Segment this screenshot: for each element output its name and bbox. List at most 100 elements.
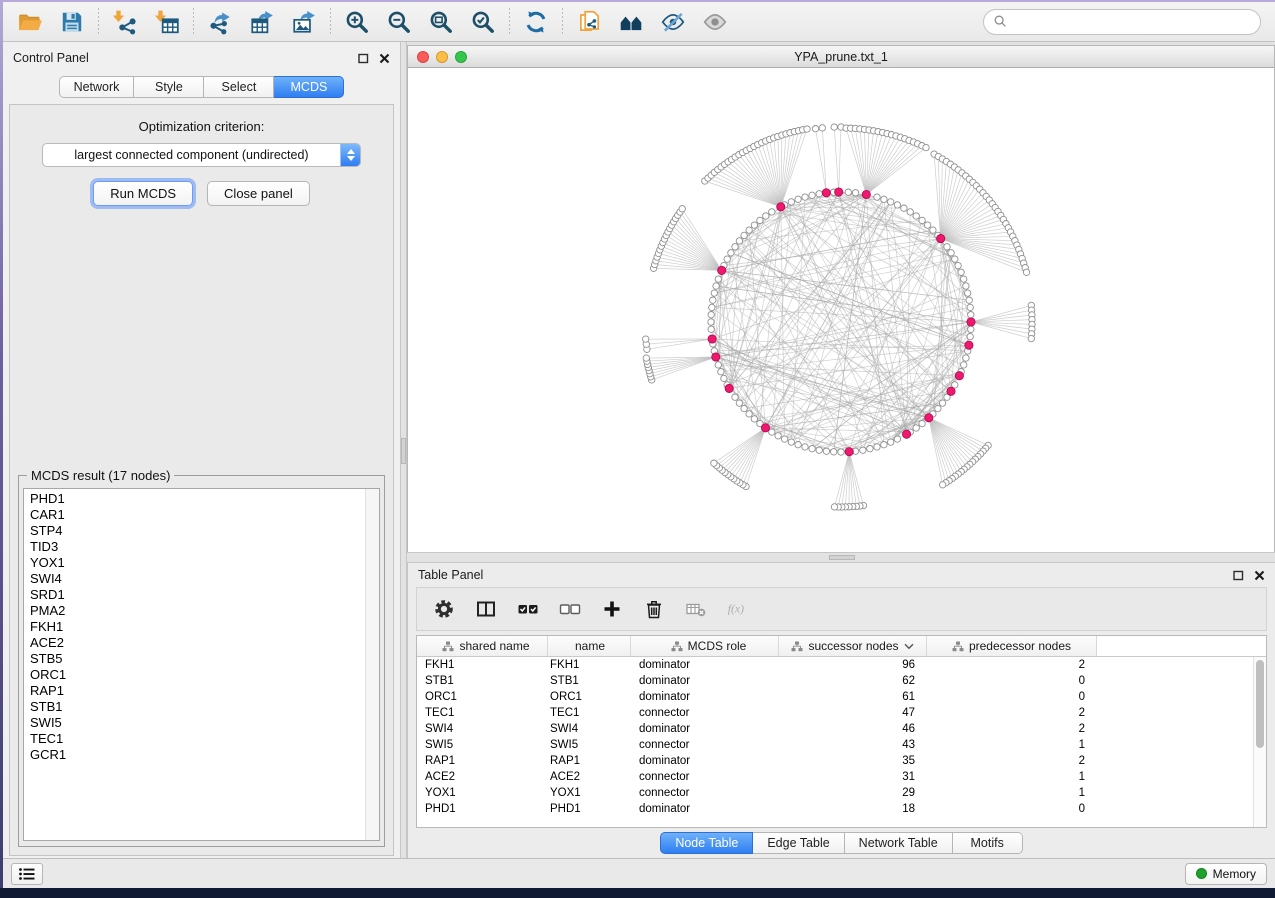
create-column-button[interactable] — [595, 594, 629, 624]
first-neighbors-icon — [618, 9, 644, 35]
hide-selected-button[interactable] — [652, 5, 694, 39]
tab-edge-table[interactable]: Edge Table — [753, 832, 844, 854]
mcds-result-item[interactable]: YOX1 — [30, 555, 363, 571]
run-mcds-button[interactable]: Run MCDS — [93, 181, 193, 206]
close-panel-icon[interactable] — [379, 53, 390, 64]
close-panel-icon[interactable] — [1254, 570, 1265, 581]
zoom-selected-icon — [470, 9, 496, 35]
zoom-out-button[interactable] — [378, 5, 420, 39]
new-network-from-selection-button[interactable] — [568, 5, 610, 39]
tab-network-table[interactable]: Network Table — [845, 832, 953, 854]
table-row[interactable]: SWI5SWI5connector431 — [417, 737, 1253, 753]
export-image-button[interactable] — [283, 5, 325, 39]
table-row[interactable]: TEC1TEC1connector472 — [417, 705, 1253, 721]
mcds-result-item[interactable]: STB5 — [30, 651, 363, 667]
splitter-handle[interactable] — [401, 438, 406, 464]
optimization-criterion-label: Optimization criterion: — [16, 119, 387, 134]
mcds-result-item[interactable]: PMA2 — [30, 603, 363, 619]
table-row[interactable]: PHD1PHD1dominator180 — [417, 801, 1253, 817]
scrollbar-thumb[interactable] — [1256, 660, 1264, 748]
first-neighbors-button[interactable] — [610, 5, 652, 39]
import-network-button[interactable] — [104, 5, 146, 39]
tab-select[interactable]: Select — [204, 76, 274, 98]
apply-layout-button[interactable] — [515, 5, 557, 39]
tab-node-table[interactable]: Node Table — [660, 832, 753, 854]
delete-column-button[interactable] — [637, 594, 671, 624]
mcds-result-item[interactable]: SWI5 — [30, 715, 363, 731]
table-row[interactable]: FKH1FKH1dominator962 — [417, 657, 1253, 673]
table-row[interactable]: ORC1ORC1dominator610 — [417, 689, 1253, 705]
table-settings-button[interactable] — [427, 594, 461, 624]
refresh-icon — [523, 9, 549, 35]
mcds-result-item[interactable]: STB1 — [30, 699, 363, 715]
mcds-result-item[interactable]: ORC1 — [30, 667, 363, 683]
export-network-icon — [207, 9, 233, 35]
tab-network[interactable]: Network — [59, 76, 135, 98]
control-panel-title: Control Panel — [13, 51, 89, 65]
export-table-button[interactable] — [241, 5, 283, 39]
delete-table-button[interactable] — [679, 594, 713, 624]
network-column-icon — [791, 641, 803, 652]
memory-button[interactable]: Memory — [1185, 863, 1267, 885]
table-row[interactable]: RAP1RAP1dominator352 — [417, 753, 1253, 769]
mcds-result-item[interactable]: CAR1 — [30, 507, 363, 523]
deselect-all-button[interactable] — [553, 594, 587, 624]
tab-motifs[interactable]: Motifs — [953, 832, 1023, 854]
table-tabs: Node Table Edge Table Network Table Moti… — [408, 828, 1275, 858]
trash-icon — [643, 598, 665, 620]
zoom-in-button[interactable] — [336, 5, 378, 39]
vertical-splitter[interactable] — [400, 42, 407, 858]
float-panel-icon[interactable] — [1233, 570, 1244, 581]
mcds-result-item[interactable]: SWI4 — [30, 571, 363, 587]
function-builder-button[interactable]: f(x) — [721, 594, 755, 624]
network-canvas[interactable] — [408, 68, 1274, 552]
tab-style[interactable]: Style — [134, 76, 204, 98]
mcds-result-item[interactable]: GCR1 — [30, 747, 363, 763]
zoom-fit-button[interactable] — [420, 5, 462, 39]
table-row[interactable]: SWI4SWI4dominator462 — [417, 721, 1253, 737]
column-header-mcds-role[interactable]: MCDS role — [631, 636, 779, 656]
optimization-criterion-select[interactable]: largest connected component (undirected) — [42, 143, 361, 167]
zoom-selected-button[interactable] — [462, 5, 504, 39]
toolbar-separator — [330, 8, 331, 36]
column-header-filler — [1097, 636, 1266, 656]
network-column-icon — [442, 641, 454, 652]
table-row[interactable]: YOX1YOX1connector291 — [417, 785, 1253, 801]
control-panel: Control Panel Network Style Select MCDS … — [3, 42, 400, 858]
export-network-button[interactable] — [199, 5, 241, 39]
table-row[interactable]: ACE2ACE2connector311 — [417, 769, 1253, 785]
show-all-button[interactable] — [694, 5, 736, 39]
mcds-list-scrollbar[interactable] — [365, 489, 379, 840]
mcds-result-item[interactable]: TEC1 — [30, 731, 363, 747]
import-table-button[interactable] — [146, 5, 188, 39]
mcds-result-item[interactable]: SRD1 — [30, 587, 363, 603]
mcds-result-item[interactable]: ACE2 — [30, 635, 363, 651]
close-panel-button[interactable]: Close panel — [207, 181, 310, 206]
svg-text:f(x): f(x) — [728, 603, 744, 616]
tab-mcds[interactable]: MCDS — [274, 76, 344, 98]
column-header-name[interactable]: name — [548, 636, 631, 656]
table-row[interactable]: STB1STB1dominator620 — [417, 673, 1253, 689]
select-all-button[interactable] — [511, 594, 545, 624]
mcds-result-item[interactable]: FKH1 — [30, 619, 363, 635]
mcds-result-item[interactable]: TID3 — [30, 539, 363, 555]
memory-label: Memory — [1213, 867, 1256, 881]
column-header-successor-nodes[interactable]: successor nodes — [779, 636, 927, 656]
horizontal-splitter[interactable] — [407, 552, 1275, 563]
deselect-all-icon — [559, 598, 581, 620]
column-header-predecessor-nodes[interactable]: predecessor nodes — [927, 636, 1097, 656]
column-header-shared-name[interactable]: shared name — [417, 636, 548, 656]
mcds-result-item[interactable]: PHD1 — [30, 491, 363, 507]
open-file-button[interactable] — [9, 5, 51, 39]
splitter-handle[interactable] — [829, 555, 855, 560]
save-session-button[interactable] — [51, 5, 93, 39]
show-task-history-button[interactable] — [11, 863, 43, 885]
mcds-result-item[interactable]: STP4 — [30, 523, 363, 539]
search-input[interactable] — [1013, 15, 1250, 29]
float-panel-icon[interactable] — [358, 53, 369, 64]
network-column-icon — [952, 641, 964, 652]
show-column-button[interactable] — [469, 594, 503, 624]
mcds-result-item[interactable]: RAP1 — [30, 683, 363, 699]
table-scrollbar[interactable] — [1253, 657, 1266, 827]
mcds-result-list[interactable]: PHD1CAR1STP4TID3YOX1SWI4SRD1PMA2FKH1ACE2… — [23, 488, 380, 841]
